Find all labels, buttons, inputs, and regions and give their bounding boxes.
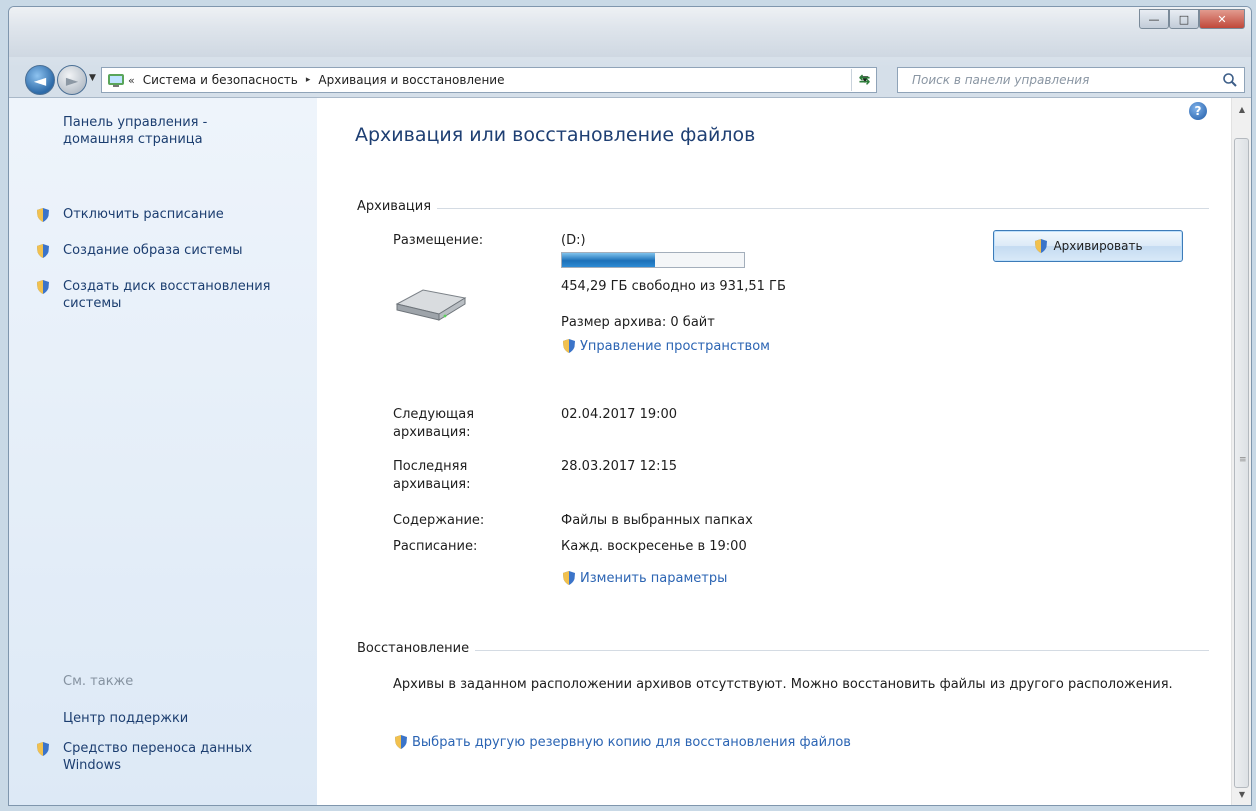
breadcrumb-system-security[interactable]: Система и безопасность xyxy=(139,73,302,87)
sidebar-item-disable-schedule[interactable]: Отключить расписание xyxy=(63,206,313,223)
disk-usage-fill xyxy=(562,253,656,267)
forward-button[interactable]: ► xyxy=(57,65,87,95)
disk-usage-bar xyxy=(561,252,745,268)
help-icon[interactable]: ? xyxy=(1189,102,1207,120)
main-pane: ? Архивация или восстановление файлов Ар… xyxy=(317,98,1231,805)
manage-space-link[interactable]: Управление пространством xyxy=(561,338,770,354)
restore-section-heading: Восстановление xyxy=(357,641,476,656)
recent-pages-dropdown[interactable]: ▼ xyxy=(89,73,99,83)
address-bar[interactable]: « Система и безопасность ▸ Архивация и в… xyxy=(101,67,877,93)
control-panel-icon xyxy=(106,71,126,89)
refresh-icon: ⇆ xyxy=(858,72,871,88)
address-overflow-chevron[interactable]: « xyxy=(128,74,135,87)
left-task-pane: Панель управления - домашняя страница От… xyxy=(9,98,317,805)
maximize-button[interactable]: □ xyxy=(1169,9,1199,29)
page-title: Архивация или восстановление файлов xyxy=(355,124,756,146)
scroll-up-icon[interactable]: ▲ xyxy=(1232,100,1251,118)
search-placeholder: Поиск в панели управления xyxy=(912,73,1090,87)
choose-other-backup-link[interactable]: Выбрать другую резервную копию для восст… xyxy=(393,734,851,750)
backup-now-label: Архивировать xyxy=(1053,239,1143,253)
choose-other-backup-label[interactable]: Выбрать другую резервную копию для восст… xyxy=(412,735,851,750)
shield-icon xyxy=(37,244,49,258)
sidebar-item-create-system-image[interactable]: Создание образа системы xyxy=(63,242,313,259)
scrollbar-grip-icon: ≡ xyxy=(1239,455,1247,465)
caption-buttons: — □ ✕ xyxy=(1139,9,1245,29)
next-backup-value: 02.04.2017 19:00 xyxy=(561,407,678,422)
see-also-heading: См. также xyxy=(63,674,134,689)
title-bar: — □ ✕ xyxy=(9,7,1251,57)
scrollbar-thumb[interactable]: ≡ xyxy=(1234,138,1249,788)
shield-icon xyxy=(395,735,407,749)
change-settings-link[interactable]: Изменить параметры xyxy=(561,570,727,586)
scroll-down-icon[interactable]: ▼ xyxy=(1232,785,1251,803)
shield-icon xyxy=(37,280,49,294)
content-area: Панель управления - домашняя страница От… xyxy=(9,97,1251,805)
search-input[interactable]: Поиск в панели управления xyxy=(897,67,1245,93)
sidebar-item-create-recovery-disc[interactable]: Создать диск восстановления системы xyxy=(63,278,303,312)
backup-section-heading: Архивация xyxy=(357,199,438,214)
last-backup-label: Последняя архивация: xyxy=(393,459,471,492)
shield-icon xyxy=(563,339,575,353)
hard-drive-icon xyxy=(395,289,467,321)
sidebar-item-easy-transfer[interactable]: Средство переноса данных Windows xyxy=(63,740,283,774)
contents-value: Файлы в выбранных папках xyxy=(561,513,753,528)
minimize-button[interactable]: — xyxy=(1139,9,1169,29)
backup-now-button[interactable]: Архивировать xyxy=(993,230,1183,262)
manage-space-label[interactable]: Управление пространством xyxy=(580,339,770,354)
shield-icon xyxy=(563,571,575,585)
vertical-scrollbar[interactable]: ▲ ≡ ▼ xyxy=(1231,98,1251,805)
shield-icon xyxy=(1035,239,1048,253)
last-backup-value: 28.03.2017 12:15 xyxy=(561,459,678,474)
arrow-right-icon: ► xyxy=(65,70,79,90)
backup-section-divider xyxy=(357,208,1209,209)
arrow-left-icon: ◄ xyxy=(33,70,47,90)
free-space-text: 454,29 ГБ свободно из 931,51 ГБ xyxy=(561,279,786,294)
navigation-row: ◄ ► ▼ « Система и безопасность ▸ Архивац… xyxy=(9,63,1251,97)
breadcrumb-separator-icon[interactable]: ▸ xyxy=(302,75,315,85)
control-panel-window: — □ ✕ ◄ ► ▼ « Система и безопасность ▸ А… xyxy=(8,6,1252,806)
close-button[interactable]: ✕ xyxy=(1199,9,1245,29)
next-backup-label: Следующая архивация: xyxy=(393,407,475,440)
restore-message: Архивы в заданном расположении архивов о… xyxy=(393,677,1173,692)
back-button[interactable]: ◄ xyxy=(25,65,55,95)
location-value: (D:) xyxy=(561,233,586,248)
contents-label: Содержание: xyxy=(393,513,485,528)
breadcrumb-backup-restore[interactable]: Архивация и восстановление xyxy=(314,73,508,87)
refresh-button[interactable]: ⇆ xyxy=(851,69,877,91)
change-settings-label[interactable]: Изменить параметры xyxy=(580,571,727,586)
shield-icon xyxy=(37,208,49,222)
schedule-value: Кажд. воскресенье в 19:00 xyxy=(561,539,747,554)
schedule-label: Расписание: xyxy=(393,539,478,554)
control-panel-home-link[interactable]: Панель управления - домашняя страница xyxy=(63,114,263,148)
archive-size-text: Размер архива: 0 байт xyxy=(561,315,715,330)
restore-section-divider xyxy=(357,650,1209,651)
location-label: Размещение: xyxy=(393,233,484,248)
search-icon[interactable] xyxy=(1222,72,1238,88)
sidebar-item-action-center[interactable]: Центр поддержки xyxy=(63,710,313,727)
shield-icon xyxy=(37,742,49,756)
